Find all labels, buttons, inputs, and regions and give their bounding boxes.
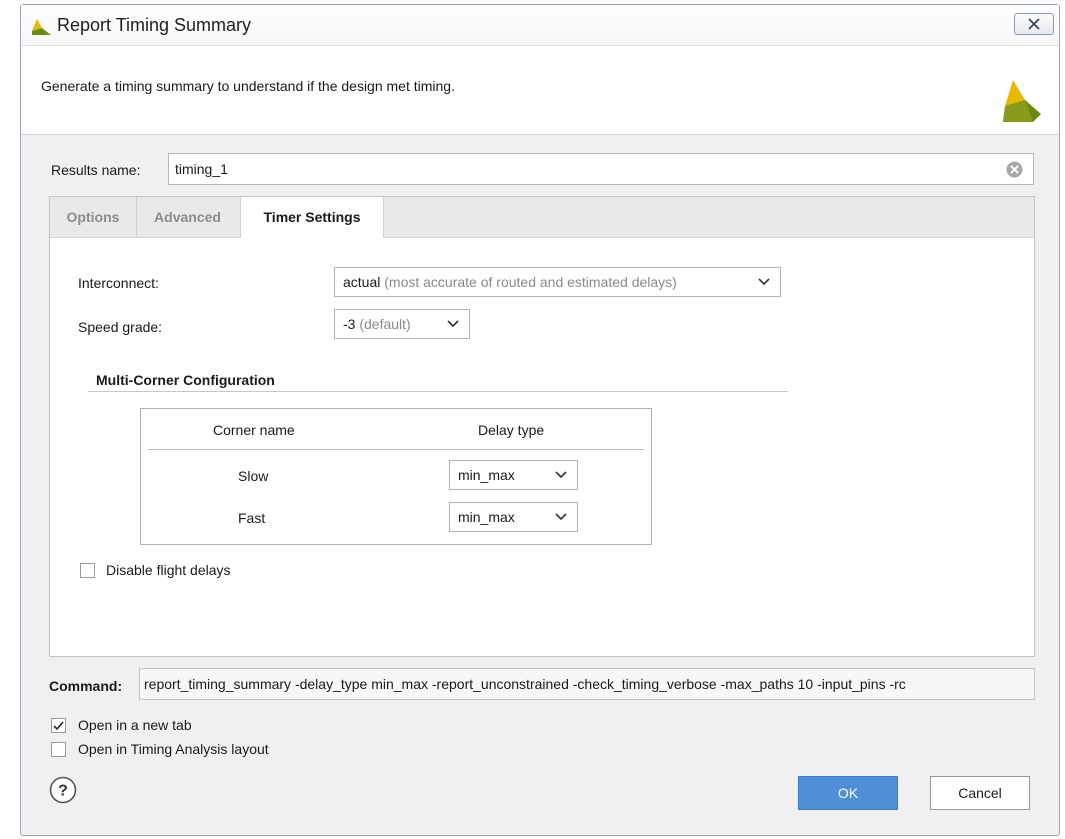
speed-grade-value: -3 — [343, 316, 356, 332]
corner-name-header: Corner name — [213, 422, 295, 438]
corner-name-slow: Slow — [238, 468, 269, 484]
speed-grade-label: Speed grade: — [78, 319, 163, 335]
header-divider — [148, 449, 644, 450]
open-timing-layout-checkbox[interactable] — [51, 742, 66, 757]
speed-grade-hint: (default) — [359, 316, 411, 332]
svg-text:?: ? — [58, 783, 68, 800]
description-banner: Generate a timing summary to understand … — [21, 46, 1059, 135]
chevron-down-icon — [758, 278, 770, 286]
delay-type-value: min_max — [458, 467, 515, 483]
disable-flight-delays-checkbox[interactable] — [80, 563, 95, 578]
open-new-tab-checkbox[interactable] — [51, 718, 66, 733]
speed-grade-select[interactable]: -3 (default) — [334, 309, 470, 339]
help-icon[interactable]: ? — [49, 776, 77, 804]
command-label: Command: — [49, 678, 123, 694]
tab-timer-settings[interactable]: Timer Settings — [240, 197, 384, 238]
close-button[interactable] — [1014, 13, 1054, 35]
results-name-label: Results name: — [51, 162, 141, 178]
interconnect-select[interactable]: actual (most accurate of routed and esti… — [334, 267, 781, 297]
chevron-down-icon — [555, 471, 567, 479]
open-new-tab-label: Open in a new tab — [78, 717, 192, 733]
section-divider — [88, 391, 788, 392]
delay-type-header: Delay type — [478, 422, 545, 438]
chevron-down-icon — [555, 513, 567, 521]
checkmark-icon — [53, 721, 64, 731]
multi-corner-title: Multi-Corner Configuration — [96, 372, 275, 388]
tabs-panel: Options Advanced Timer Settings Intercon… — [49, 196, 1035, 657]
command-field[interactable]: report_timing_summary -delay_type min_ma… — [139, 668, 1035, 700]
tab-options[interactable]: Options — [50, 197, 137, 237]
dialog-title: Report Timing Summary — [57, 15, 252, 35]
description-text: Generate a timing summary to understand … — [41, 78, 455, 94]
delay-type-slow-select[interactable]: min_max — [449, 460, 578, 490]
tab-label: Options — [66, 209, 120, 225]
tab-label: Timer Settings — [263, 209, 361, 225]
ok-button[interactable]: OK — [798, 776, 898, 810]
chevron-down-icon — [447, 320, 459, 328]
disable-flight-delays-label: Disable flight delays — [106, 562, 231, 578]
delay-type-value: min_max — [458, 509, 515, 525]
title-bar: Report Timing Summary — [21, 5, 1059, 46]
interconnect-value: actual — [343, 274, 381, 290]
report-timing-summary-dialog: Report Timing Summary Generate a timing … — [20, 4, 1060, 836]
tab-advanced[interactable]: Advanced — [136, 197, 239, 237]
corner-table: Corner name Delay type Slow min_max Fast… — [140, 408, 652, 545]
vivado-brand-logo-icon — [1003, 80, 1041, 122]
delay-type-fast-select[interactable]: min_max — [449, 502, 578, 532]
corner-name-fast: Fast — [238, 510, 266, 526]
interconnect-label: Interconnect: — [78, 275, 159, 291]
close-icon — [1028, 18, 1040, 30]
open-timing-layout-label: Open in Timing Analysis layout — [78, 741, 269, 757]
vivado-logo-icon — [32, 19, 51, 35]
results-name-input[interactable] — [168, 153, 1034, 185]
tab-label: Advanced — [154, 209, 221, 225]
tab-strip: Options Advanced Timer Settings — [50, 197, 1034, 238]
cancel-button[interactable]: Cancel — [930, 776, 1030, 810]
interconnect-hint: (most accurate of routed and estimated d… — [384, 274, 677, 290]
clear-icon[interactable] — [1006, 161, 1023, 178]
